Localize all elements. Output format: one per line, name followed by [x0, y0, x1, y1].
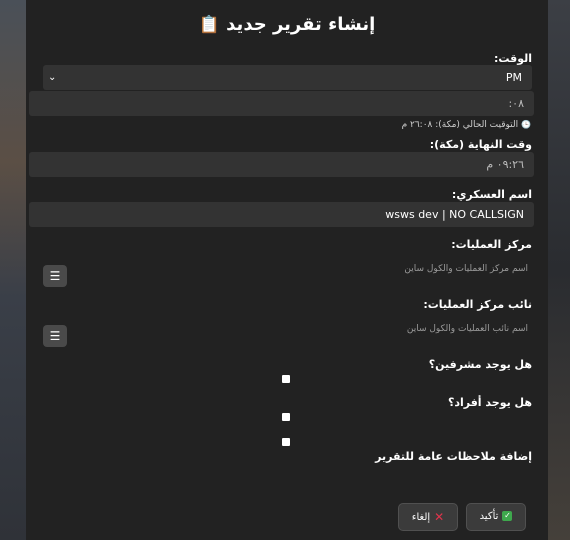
end-time-label: وقت النهاية (مكة):: [429, 138, 532, 151]
supervisors-label: هل يوجد مشرفين؟: [428, 358, 532, 371]
ampm-select[interactable]: ⌄ PM: [43, 65, 532, 90]
supervisors-checkbox[interactable]: [282, 375, 290, 383]
members-label: هل يوجد أفراد؟: [447, 396, 532, 409]
title-text: إنشاء تقرير جديد: [226, 14, 376, 35]
confirm-label: تأكيد: [479, 511, 499, 522]
deputy-ops-label: نائب مركز العمليات:: [423, 298, 532, 311]
ops-center-label: مركز العمليات:: [451, 238, 532, 251]
cancel-button[interactable]: ✕إلغاء: [398, 503, 458, 531]
ampm-value: PM: [505, 71, 522, 84]
current-time-hint: 🕒 التوقيت الحالي (مكة): ٢٦:٠٨ م: [402, 120, 531, 130]
menu-icon: ☰: [49, 329, 61, 343]
current-time-text: التوقيت الحالي (مكة): ٢٦:٠٨ م: [401, 120, 519, 130]
minutes-input[interactable]: :٠٨: [29, 91, 534, 116]
end-time-value: ٠٩:٢٦ م: [486, 158, 524, 171]
chevron-down-icon: ⌄: [48, 72, 57, 83]
soldier-name-value: wsws dev | NO CALLSIGN: [385, 208, 524, 221]
menu-icon: ☰: [49, 269, 61, 283]
members-checkbox[interactable]: [282, 413, 290, 421]
cancel-label: إلغاء: [411, 512, 431, 523]
soldier-name-label: اسم العسكري:: [451, 188, 532, 201]
check-icon: ✓: [502, 511, 513, 521]
time-label: الوقت:: [493, 52, 532, 65]
page-title: إنشاء تقرير جديد 📋: [26, 14, 548, 35]
confirm-button[interactable]: ✓تأكيد: [466, 503, 526, 531]
minutes-value: :٠٨: [508, 97, 524, 110]
clock-icon: 🕒: [521, 120, 531, 129]
ops-center-menu-button[interactable]: ☰: [43, 265, 67, 287]
background-right: [548, 0, 570, 540]
soldier-name-input[interactable]: wsws dev | NO CALLSIGN: [29, 202, 534, 227]
notes-checkbox[interactable]: [282, 438, 290, 446]
end-time-input[interactable]: ٠٩:٢٦ م: [29, 152, 534, 177]
close-icon: ✕: [434, 510, 445, 524]
deputy-ops-menu-button[interactable]: ☰: [43, 325, 67, 347]
background-left: [0, 0, 26, 540]
ops-center-input[interactable]: اسم مركز العمليات والكول ساين: [404, 264, 528, 274]
clipboard-icon: 📋: [198, 15, 220, 35]
deputy-ops-input[interactable]: اسم نائب العمليات والكول ساين: [407, 324, 528, 334]
notes-label: إضافة ملاحظات عامة للتقرير: [375, 450, 532, 463]
report-panel: إنشاء تقرير جديد 📋 الوقت: ⌄ PM :٠٨ 🕒 الت…: [26, 0, 548, 540]
